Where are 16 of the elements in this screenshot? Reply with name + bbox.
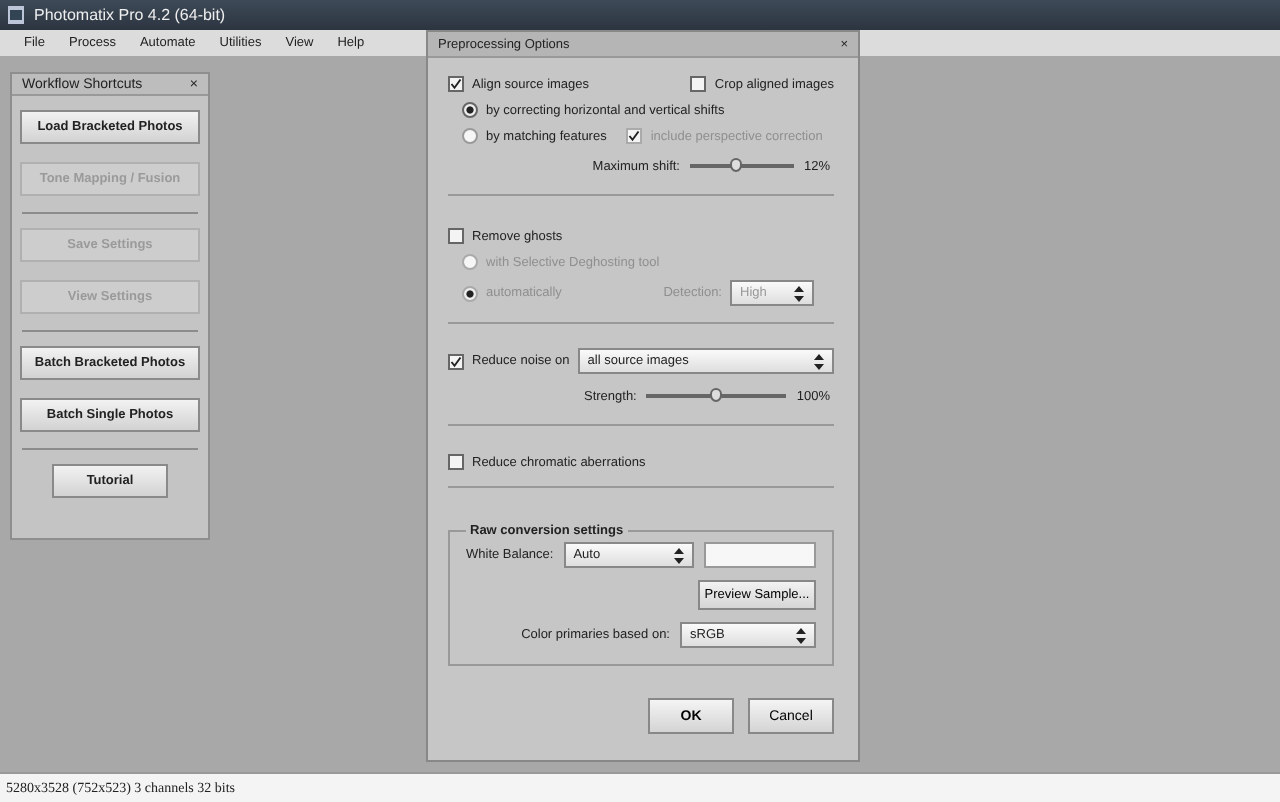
updown-arrows-icon <box>673 547 684 563</box>
checkbox[interactable] <box>448 228 464 244</box>
updown-arrows-icon <box>794 285 804 301</box>
checkbox[interactable] <box>448 454 464 470</box>
slider-thumb[interactable] <box>730 158 743 172</box>
checkbox[interactable] <box>690 76 707 92</box>
checkbox[interactable] <box>448 76 464 92</box>
radio-button[interactable] <box>462 102 478 118</box>
updown-arrows-icon <box>813 353 824 369</box>
slider-thumb[interactable] <box>710 388 723 402</box>
app-icon <box>8 6 24 24</box>
updown-arrows-icon <box>796 627 806 643</box>
input-field[interactable] <box>703 542 816 568</box>
checkbox[interactable] <box>448 353 464 369</box>
window-title: Photomatix Pro 4.2 (64-bit) <box>34 6 226 24</box>
radio-button[interactable] <box>462 128 478 144</box>
